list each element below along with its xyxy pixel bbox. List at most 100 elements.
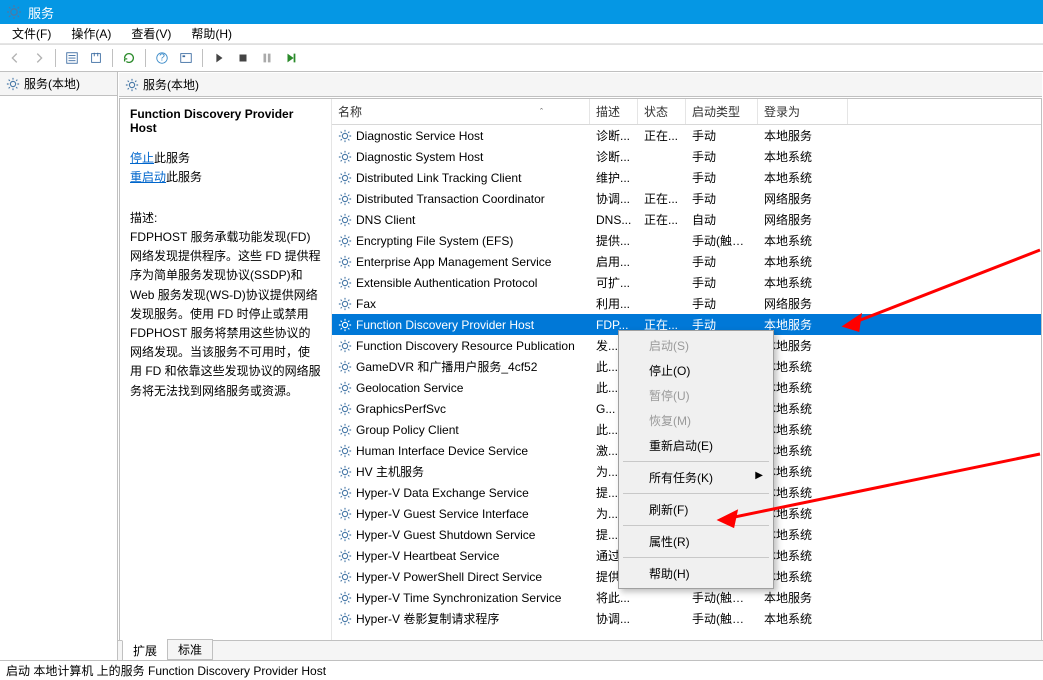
service-startup: 手动(触发... [686, 232, 758, 249]
table-row[interactable]: Fax利用...手动网络服务 [332, 293, 1041, 314]
table-row[interactable]: Hyper-V 卷影复制请求程序协调...手动(触发...本地系统 [332, 608, 1041, 629]
cm-refresh[interactable]: 刷新(F) [621, 497, 771, 522]
forward-button[interactable] [28, 47, 50, 69]
service-status: 正在... [638, 190, 686, 207]
service-logon: 本地系统 [758, 169, 848, 186]
export-button[interactable] [85, 47, 107, 69]
menu-help[interactable]: 帮助(H) [183, 23, 240, 44]
service-name: Enterprise App Management Service [356, 255, 551, 269]
back-button[interactable] [4, 47, 26, 69]
cm-all-tasks[interactable]: 所有任务(K)▶ [621, 465, 771, 490]
cm-properties[interactable]: 属性(R) [621, 529, 771, 554]
gear-icon [338, 339, 352, 353]
properties-button[interactable] [175, 47, 197, 69]
service-name: Fax [356, 297, 376, 311]
cm-restart[interactable]: 重新启动(E) [621, 433, 771, 458]
service-logon: 本地系统 [758, 610, 848, 627]
gear-icon [338, 402, 352, 416]
service-startup: 手动 [686, 190, 758, 207]
gear-icon [125, 78, 139, 92]
service-name: Diagnostic Service Host [356, 129, 483, 143]
gear-icon [338, 318, 352, 332]
table-row[interactable]: Encrypting File System (EFS)提供...手动(触发..… [332, 230, 1041, 251]
menu-view[interactable]: 查看(V) [123, 23, 179, 44]
service-name: GraphicsPerfSvc [356, 402, 446, 416]
col-status[interactable]: 状态 [638, 99, 686, 124]
table-row[interactable]: Diagnostic System Host诊断...手动本地系统 [332, 146, 1041, 167]
service-startup: 手动(触发... [686, 610, 758, 627]
gear-icon [6, 77, 20, 91]
menu-file[interactable]: 文件(F) [4, 23, 59, 44]
service-name: Distributed Link Tracking Client [356, 171, 521, 185]
service-name: Diagnostic System Host [356, 150, 483, 164]
stop-link[interactable]: 停止 [130, 151, 154, 165]
service-startup: 手动 [686, 295, 758, 312]
main-area: 服务(本地) 服务(本地) Function Discovery Provide… [0, 72, 1043, 660]
cm-help[interactable]: 帮助(H) [621, 561, 771, 586]
service-startup: 手动 [686, 274, 758, 291]
start-service-button[interactable] [208, 47, 230, 69]
cm-start: 启动(S) [621, 333, 771, 358]
gear-icon [338, 570, 352, 584]
service-logon: 本地服务 [758, 127, 848, 144]
refresh-button[interactable] [118, 47, 140, 69]
cm-stop[interactable]: 停止(O) [621, 358, 771, 383]
col-logon[interactable]: 登录为 [758, 99, 848, 124]
status-bar: 启动 本地计算机 上的服务 Function Discovery Provide… [0, 660, 1043, 680]
col-startup[interactable]: 启动类型 [686, 99, 758, 124]
restart-service-button[interactable] [280, 47, 302, 69]
service-name: Hyper-V PowerShell Direct Service [356, 570, 542, 584]
table-row[interactable]: DNS ClientDNS...正在...自动网络服务 [332, 209, 1041, 230]
table-row[interactable]: Enterprise App Management Service启用...手动… [332, 251, 1041, 272]
status-text: 启动 本地计算机 上的服务 Function Discovery Provide… [6, 662, 326, 679]
gear-icon [338, 297, 352, 311]
table-row[interactable]: Diagnostic Service Host诊断...正在...手动本地服务 [332, 125, 1041, 146]
service-desc: 协调... [590, 190, 638, 207]
col-name[interactable]: 名称ˆ [332, 99, 590, 124]
table-row[interactable]: Distributed Transaction Coordinator协调...… [332, 188, 1041, 209]
gear-icon [338, 129, 352, 143]
svg-text:?: ? [159, 52, 165, 64]
gear-icon [338, 612, 352, 626]
gear-icon [338, 465, 352, 479]
gear-icon [338, 255, 352, 269]
table-row[interactable]: Extensible Authentication Protocol可扩...手… [332, 272, 1041, 293]
service-desc: 可扩... [590, 274, 638, 291]
view-tabs: 扩展 标准 [118, 640, 1043, 660]
table-row[interactable]: Distributed Link Tracking Client维护...手动本… [332, 167, 1041, 188]
service-name: Encrypting File System (EFS) [356, 234, 513, 248]
gear-icon [338, 507, 352, 521]
gear-icon [338, 591, 352, 605]
tab-extended[interactable]: 扩展 [122, 640, 168, 661]
table-row[interactable]: Hyper-V Time Synchronization Service将此..… [332, 587, 1041, 608]
service-desc: 启用... [590, 253, 638, 270]
help-button[interactable]: ? [151, 47, 173, 69]
service-startup: 手动 [686, 148, 758, 165]
pause-service-button[interactable] [256, 47, 278, 69]
service-desc: 诊断... [590, 127, 638, 144]
restart-link[interactable]: 重启动 [130, 170, 166, 184]
service-desc: DNS... [590, 213, 638, 227]
tab-standard[interactable]: 标准 [167, 639, 213, 660]
service-name: GameDVR 和广播用户服务_4cf52 [356, 358, 537, 375]
gear-icon [338, 192, 352, 206]
menu-action[interactable]: 操作(A) [63, 23, 119, 44]
stop-service-button[interactable] [232, 47, 254, 69]
service-name: Hyper-V 卷影复制请求程序 [356, 610, 499, 627]
list-header: 名称ˆ 描述 状态 启动类型 登录为 [332, 99, 1041, 125]
service-logon: 本地系统 [758, 253, 848, 270]
tree-root[interactable]: 服务(本地) [0, 72, 117, 96]
content-header-label: 服务(本地) [143, 76, 199, 93]
title-bar: 服务 [0, 0, 1043, 24]
toolbar-action-button[interactable] [61, 47, 83, 69]
col-description[interactable]: 描述 [590, 99, 638, 124]
content-pane: 服务(本地) Function Discovery Provider Host … [118, 72, 1043, 660]
service-startup: 自动 [686, 211, 758, 228]
service-logon: 本地系统 [758, 148, 848, 165]
service-status: 正在... [638, 211, 686, 228]
chevron-right-icon: ▶ [755, 470, 763, 481]
service-desc: 利用... [590, 295, 638, 312]
toolbar: ? [0, 44, 1043, 72]
gear-icon [338, 381, 352, 395]
tree-pane: 服务(本地) [0, 72, 118, 660]
